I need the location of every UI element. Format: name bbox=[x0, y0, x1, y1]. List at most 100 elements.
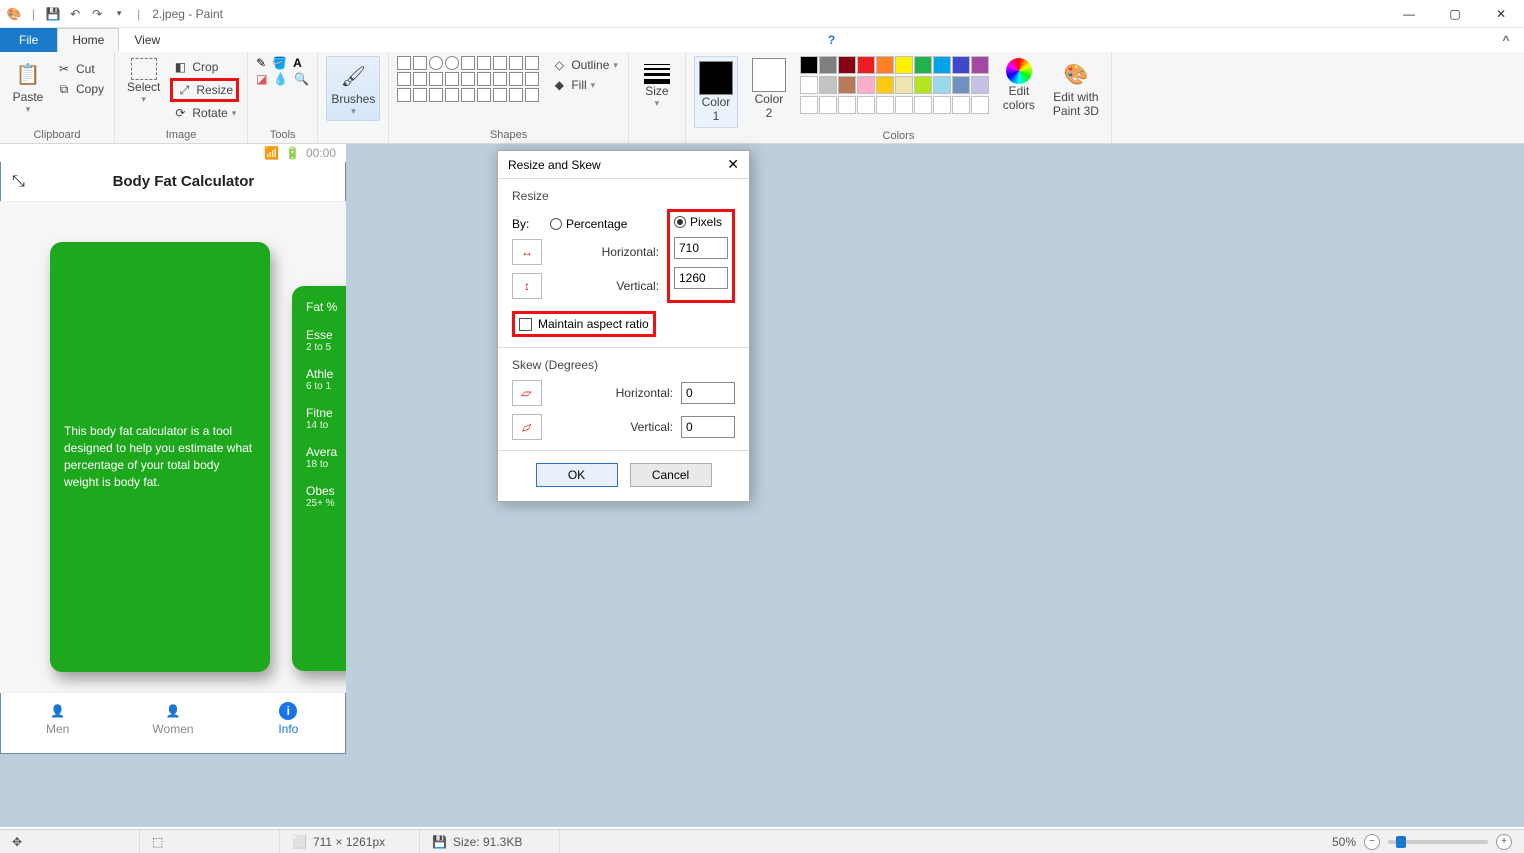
shapes-gallery[interactable] bbox=[397, 56, 539, 102]
bucket-icon[interactable]: 🪣 bbox=[272, 56, 287, 70]
edit-colors-button[interactable]: Edit colors bbox=[999, 56, 1039, 114]
brushes-button[interactable]: 🖌 Brushes ▾ bbox=[326, 56, 380, 121]
radio-percentage[interactable]: Percentage bbox=[550, 217, 659, 231]
zoom-slider[interactable] bbox=[1388, 840, 1488, 844]
cut-button[interactable]: ✂Cut bbox=[54, 60, 106, 78]
skew-h-icon: ▱ bbox=[512, 380, 542, 406]
group-label-colors: Colors bbox=[883, 128, 915, 142]
group-shapes: ◇Outline ▾ ◆Fill ▾ Shapes bbox=[389, 52, 629, 143]
phone-tab-women[interactable]: 👤Women bbox=[115, 693, 230, 744]
cancel-button[interactable]: Cancel bbox=[630, 463, 712, 487]
info-card-1-text: This body fat calculator is a tool desig… bbox=[64, 423, 256, 490]
dimensions-icon: ⬜ bbox=[292, 835, 307, 849]
maximize-button[interactable]: ▢ bbox=[1432, 0, 1478, 28]
person-icon: 👤 bbox=[164, 702, 182, 720]
group-tools: ✎ 🪣 A ◪ 💧 🔍 Tools bbox=[248, 52, 318, 143]
paste-icon: 📋 bbox=[12, 58, 44, 90]
size-icon bbox=[644, 58, 670, 84]
tab-home[interactable]: Home bbox=[57, 28, 119, 52]
ok-button[interactable]: OK bbox=[536, 463, 618, 487]
zoom-control: 50% − + bbox=[1320, 834, 1524, 850]
picker-icon[interactable]: 💧 bbox=[273, 72, 288, 86]
phone-title: Body Fat Calculator bbox=[33, 173, 334, 190]
select-icon bbox=[131, 58, 157, 80]
zoom-out-button[interactable]: − bbox=[1364, 834, 1380, 850]
phone-body: This body fat calculator is a tool desig… bbox=[0, 202, 346, 692]
shape-fill-button[interactable]: ◆Fill ▾ bbox=[549, 76, 620, 94]
shuffle-icon: ⤡ bbox=[12, 173, 25, 191]
battery-icon: 🔋 bbox=[285, 146, 300, 160]
text-icon[interactable]: A bbox=[293, 56, 302, 70]
close-button[interactable]: ✕ bbox=[1478, 0, 1524, 28]
dialog-titlebar[interactable]: Resize and Skew ✕ bbox=[498, 151, 749, 179]
color-palette-custom[interactable] bbox=[800, 96, 989, 114]
disk-icon: 💾 bbox=[432, 835, 447, 849]
signal-icon: 📶 bbox=[264, 146, 279, 160]
paste-button[interactable]: 📋 Paste ▾ bbox=[8, 56, 48, 117]
copy-button[interactable]: ⧉Copy bbox=[54, 80, 106, 98]
copy-icon: ⧉ bbox=[56, 81, 72, 97]
group-label-clipboard: Clipboard bbox=[33, 127, 80, 141]
paint-app-icon: 🎨 bbox=[6, 6, 22, 22]
rotate-button[interactable]: ⟳Rotate ▾ bbox=[170, 104, 239, 122]
ribbon-collapse-icon[interactable]: ^ bbox=[1494, 28, 1518, 52]
group-label-tools: Tools bbox=[270, 127, 296, 141]
zoom-value: 50% bbox=[1332, 835, 1356, 849]
resize-button[interactable]: ⤢Resize bbox=[170, 78, 239, 102]
redo-icon[interactable]: ↷ bbox=[89, 6, 105, 22]
status-cursor-pos: ✥ bbox=[0, 830, 140, 853]
paint3d-button[interactable]: 🎨 Edit with Paint 3D bbox=[1049, 56, 1103, 120]
pencil-icon[interactable]: ✎ bbox=[256, 56, 266, 70]
resize-vertical-input[interactable] bbox=[674, 267, 728, 289]
resize-icon: ⤢ bbox=[176, 82, 192, 98]
canvas[interactable]: 📶 🔋 00:00 ⤡ Body Fat Calculator This bod… bbox=[0, 144, 346, 754]
group-label-brushes bbox=[352, 127, 355, 141]
status-filesize: 💾Size: 91.3KB bbox=[420, 830, 560, 853]
edit-colors-icon bbox=[1006, 58, 1032, 84]
vertical-label: Vertical: bbox=[550, 279, 659, 293]
phone-tab-men[interactable]: 👤Men bbox=[0, 693, 115, 744]
select-button[interactable]: Select ▾ bbox=[123, 56, 164, 107]
color-palette-2[interactable] bbox=[800, 76, 989, 94]
crop-button[interactable]: ◧Crop bbox=[170, 58, 239, 76]
color1-button[interactable]: Color 1 bbox=[694, 56, 738, 128]
dialog-close-button[interactable]: ✕ bbox=[727, 156, 739, 173]
radio-pixels[interactable]: Pixels bbox=[674, 215, 722, 229]
skew-v-icon: ▱ bbox=[512, 414, 542, 440]
minimize-button[interactable]: — bbox=[1386, 0, 1432, 28]
skew-horizontal-input[interactable] bbox=[681, 382, 735, 404]
undo-icon[interactable]: ↶ bbox=[67, 6, 83, 22]
zoom-in-button[interactable]: + bbox=[1496, 834, 1512, 850]
magnifier-icon[interactable]: 🔍 bbox=[294, 72, 309, 86]
color2-button[interactable]: Color 2 bbox=[748, 56, 790, 122]
dialog-title: Resize and Skew bbox=[508, 158, 601, 172]
color-palette[interactable] bbox=[800, 56, 989, 74]
qat-dropdown-icon[interactable]: ▾ bbox=[111, 6, 127, 22]
resize-horizontal-input[interactable] bbox=[674, 237, 728, 259]
rotate-icon: ⟳ bbox=[172, 105, 188, 121]
maintain-aspect-checkbox[interactable] bbox=[519, 318, 532, 331]
status-selection: ⬚ bbox=[140, 830, 280, 853]
group-colors: Color 1 Color 2 Edit colors 🎨 Edit with … bbox=[686, 52, 1112, 143]
cut-icon: ✂ bbox=[56, 61, 72, 77]
skew-vertical-input[interactable] bbox=[681, 416, 735, 438]
maintain-aspect-label: Maintain aspect ratio bbox=[538, 317, 649, 331]
group-size: Size ▾ bbox=[629, 52, 686, 143]
canvas-workspace[interactable]: 📶 🔋 00:00 ⤡ Body Fat Calculator This bod… bbox=[0, 144, 1524, 827]
shape-outline-button[interactable]: ◇Outline ▾ bbox=[549, 56, 620, 74]
phone-tab-info[interactable]: iInfo bbox=[231, 693, 346, 744]
eraser-icon[interactable]: ◪ bbox=[256, 72, 267, 86]
pixels-highlight-box: Pixels bbox=[667, 209, 735, 303]
save-icon[interactable]: 💾 bbox=[45, 6, 61, 22]
fill-icon: ◆ bbox=[551, 77, 567, 93]
group-image: Select ▾ ◧Crop ⤢Resize ⟳Rotate ▾ Image bbox=[115, 52, 248, 143]
size-button[interactable]: Size ▾ bbox=[637, 56, 677, 111]
status-bar: ✥ ⬚ ⬜711 × 1261px 💾Size: 91.3KB 50% − + bbox=[0, 829, 1524, 853]
help-icon[interactable]: ? bbox=[820, 28, 844, 52]
tab-file[interactable]: File bbox=[0, 28, 57, 52]
tab-view[interactable]: View bbox=[119, 28, 175, 52]
color2-well bbox=[752, 58, 786, 92]
phone-header: ⤡ Body Fat Calculator bbox=[0, 162, 346, 202]
ribbon-tabs: File Home View ? ^ bbox=[0, 28, 1524, 52]
group-label-shapes: Shapes bbox=[490, 127, 527, 141]
